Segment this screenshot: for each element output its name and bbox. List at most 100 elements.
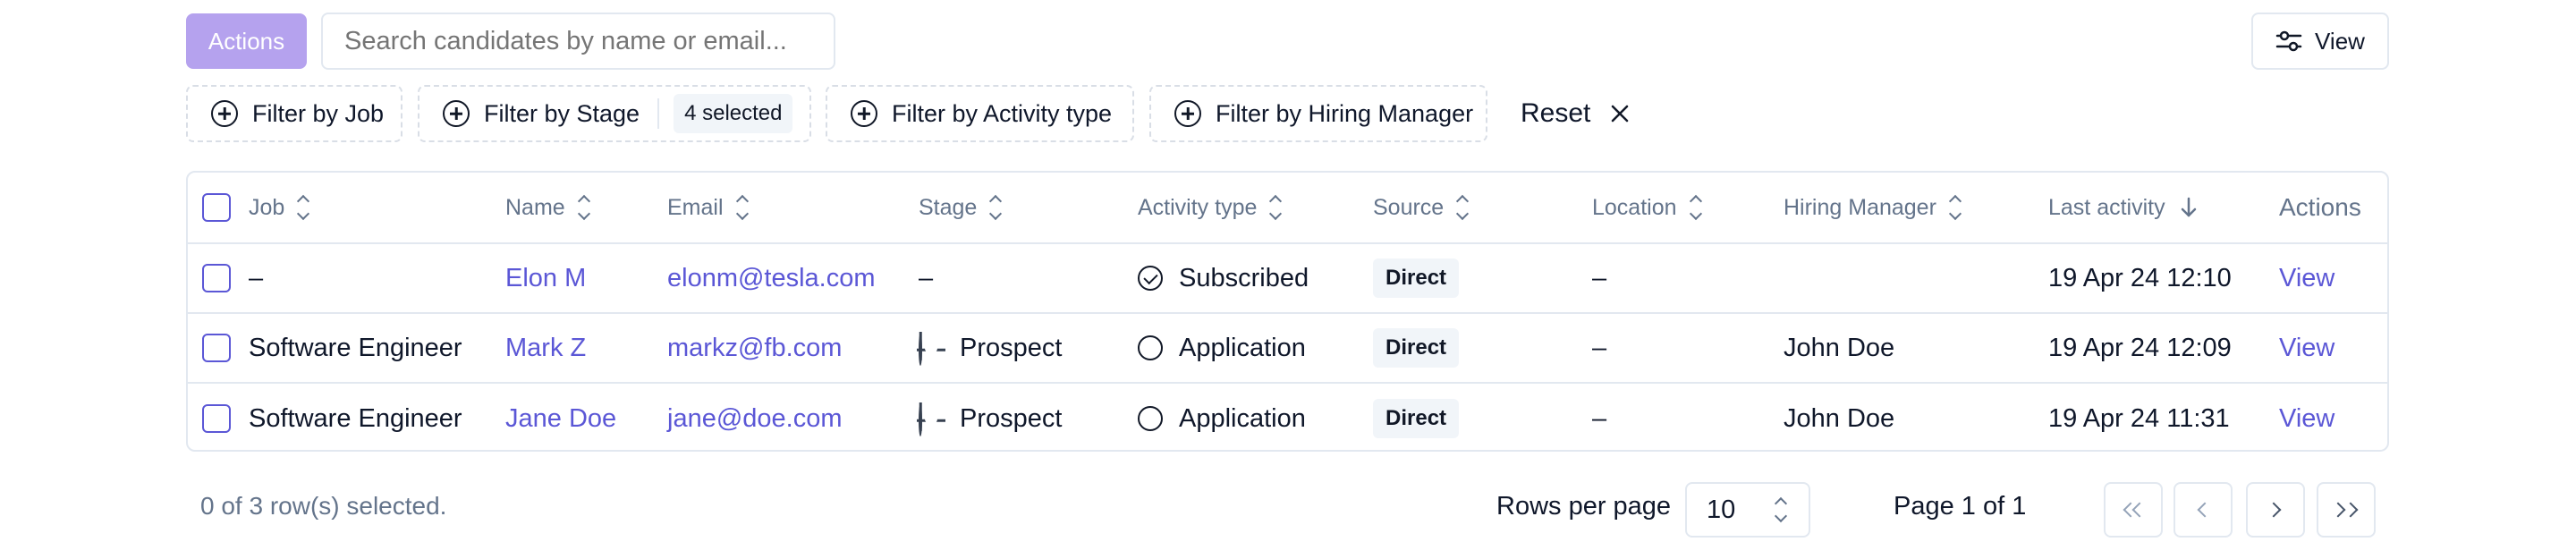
view-candidate-link[interactable]: View bbox=[2279, 244, 2334, 312]
column-header-job[interactable]: Job bbox=[249, 173, 310, 242]
chevron-left-icon bbox=[2197, 502, 2213, 518]
stage-label: Prospect bbox=[960, 333, 1063, 362]
sort-icon bbox=[989, 194, 1003, 221]
view-candidate-link[interactable]: View bbox=[2279, 314, 2334, 382]
cell-location: – bbox=[1592, 403, 1607, 433]
sort-icon bbox=[1456, 194, 1470, 221]
cell-manager: John Doe bbox=[1784, 333, 1895, 362]
plus-circle-icon bbox=[851, 100, 877, 127]
candidate-name-link[interactable]: Jane Doe bbox=[505, 384, 616, 450]
source-badge: Direct bbox=[1373, 258, 1460, 298]
last-page-button[interactable] bbox=[2317, 482, 2376, 538]
cell-stage: Prospect bbox=[919, 314, 1062, 382]
plus-circle-icon bbox=[1174, 100, 1201, 127]
rows-per-page-value: 10 bbox=[1707, 495, 1736, 524]
table-header-row: Job Name Email Stage Activity type Sourc… bbox=[188, 173, 2387, 244]
header-label: Job bbox=[249, 194, 285, 220]
table-row: Software Engineer Mark Z markz@fb.com Pr… bbox=[188, 314, 2387, 384]
cell-source: Direct bbox=[1373, 384, 1460, 450]
search-input[interactable] bbox=[321, 13, 835, 70]
column-header-stage[interactable]: Stage bbox=[919, 173, 1003, 242]
cell-activity: Subscribed bbox=[1138, 244, 1309, 312]
filter-job-label: Filter by Job bbox=[252, 99, 385, 127]
cell-stage: Prospect bbox=[919, 384, 1063, 450]
column-header-activity[interactable]: Activity type bbox=[1138, 173, 1283, 242]
source-badge: Direct bbox=[1373, 328, 1460, 368]
first-page-button[interactable] bbox=[2104, 482, 2163, 538]
select-all-checkbox[interactable] bbox=[202, 193, 231, 222]
cell-job: Software Engineer bbox=[249, 333, 462, 362]
filter-activity-label: Filter by Activity type bbox=[892, 99, 1113, 127]
crosshair-icon bbox=[919, 404, 944, 436]
chevrons-left-icon bbox=[2122, 502, 2148, 518]
actions-button[interactable]: Actions bbox=[186, 13, 307, 69]
chevron-right-icon bbox=[2266, 502, 2282, 518]
cell-location: – bbox=[1592, 263, 1607, 292]
cell-job: – bbox=[249, 263, 264, 292]
filter-manager-button[interactable]: Filter by Hiring Manager bbox=[1149, 85, 1487, 142]
column-header-manager[interactable]: Hiring Manager bbox=[1784, 173, 1962, 242]
filter-job-button[interactable]: Filter by Job bbox=[186, 85, 402, 142]
column-header-source[interactable]: Source bbox=[1373, 173, 1470, 242]
stage-selected-badge: 4 selected bbox=[674, 94, 793, 133]
table-row: – Elon M elonm@tesla.com – Subscribed Di… bbox=[188, 244, 2387, 314]
chevrons-right-icon bbox=[2330, 502, 2360, 518]
column-header-last-activity[interactable]: Last activity bbox=[2048, 173, 2198, 242]
filter-manager-label: Filter by Hiring Manager bbox=[1216, 99, 1474, 127]
plus-circle-icon bbox=[211, 100, 238, 127]
row-checkbox[interactable] bbox=[202, 334, 231, 362]
sort-icon bbox=[297, 194, 310, 221]
column-header-email[interactable]: Email bbox=[667, 173, 749, 242]
row-checkbox[interactable] bbox=[202, 264, 231, 292]
cell-activity: Application bbox=[1138, 384, 1306, 450]
header-label: Actions bbox=[2279, 193, 2361, 221]
activity-label: Application bbox=[1179, 333, 1306, 362]
column-header-name[interactable]: Name bbox=[505, 173, 590, 242]
cell-stage: – bbox=[919, 263, 934, 292]
activity-label: Application bbox=[1179, 403, 1306, 433]
rows-per-page-label: Rows per page bbox=[1496, 492, 1672, 521]
circle-icon bbox=[1138, 335, 1163, 360]
filter-stage-button[interactable]: Filter by Stage 4 selected bbox=[418, 85, 811, 142]
cell-last-activity: 19 Apr 24 12:10 bbox=[2048, 263, 2232, 292]
circle-icon bbox=[1138, 406, 1163, 431]
table-row: Software Engineer Jane Doe jane@doe.com … bbox=[188, 384, 2387, 450]
previous-page-button[interactable] bbox=[2174, 482, 2233, 538]
cell-last-activity: 19 Apr 24 12:09 bbox=[2048, 333, 2232, 362]
candidates-table: Job Name Email Stage Activity type Sourc… bbox=[186, 171, 2389, 452]
stage-label: Prospect bbox=[960, 403, 1063, 433]
filter-stage-label: Filter by Stage bbox=[484, 99, 640, 127]
plus-circle-icon bbox=[443, 100, 470, 127]
close-icon bbox=[1612, 105, 1629, 123]
activity-label: Subscribed bbox=[1179, 263, 1309, 292]
header-label: Source bbox=[1373, 194, 1445, 220]
filter-activity-button[interactable]: Filter by Activity type bbox=[826, 85, 1134, 142]
cell-source: Direct bbox=[1373, 314, 1460, 382]
header-label: Last activity bbox=[2048, 194, 2165, 220]
row-checkbox[interactable] bbox=[202, 404, 231, 433]
reset-filters-button[interactable]: Reset bbox=[1521, 85, 1630, 142]
cell-manager: John Doe bbox=[1784, 403, 1895, 433]
rows-per-page-select[interactable]: 10 bbox=[1685, 482, 1810, 538]
candidate-email-link[interactable]: elonm@tesla.com bbox=[667, 244, 876, 312]
column-header-location[interactable]: Location bbox=[1592, 173, 1702, 242]
column-header-actions: Actions bbox=[2279, 173, 2361, 242]
chevrons-up-down-icon bbox=[1774, 496, 1788, 523]
candidate-name-link[interactable]: Mark Z bbox=[505, 314, 586, 382]
next-page-button[interactable] bbox=[2246, 482, 2305, 538]
filter-separator bbox=[657, 98, 660, 129]
view-options-label: View bbox=[2315, 27, 2365, 55]
candidate-email-link[interactable]: jane@doe.com bbox=[667, 384, 843, 450]
source-badge: Direct bbox=[1373, 399, 1460, 438]
header-label: Stage bbox=[919, 194, 978, 220]
sort-icon bbox=[1948, 194, 1962, 221]
crosshair-icon bbox=[919, 334, 944, 366]
view-candidate-link[interactable]: View bbox=[2279, 384, 2334, 450]
view-options-button[interactable]: View bbox=[2251, 13, 2389, 70]
candidate-email-link[interactable]: markz@fb.com bbox=[667, 314, 842, 382]
candidate-name-link[interactable]: Elon M bbox=[505, 244, 586, 312]
sort-icon bbox=[735, 194, 749, 221]
header-label: Name bbox=[505, 194, 565, 220]
sort-icon bbox=[1269, 194, 1283, 221]
cell-activity: Application bbox=[1138, 314, 1306, 382]
